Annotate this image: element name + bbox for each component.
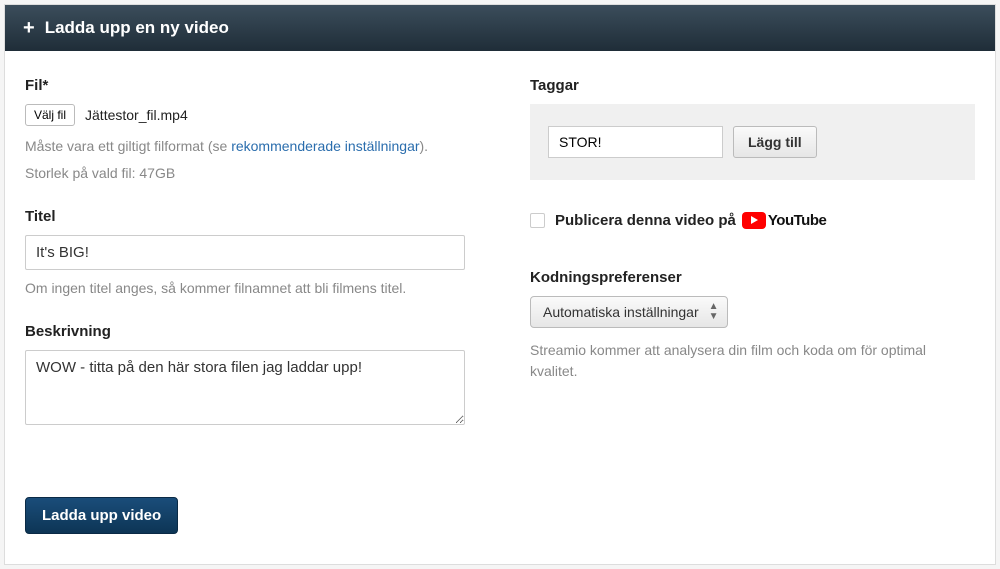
youtube-icon	[742, 212, 766, 229]
tag-input[interactable]	[548, 126, 723, 158]
file-help-text: Måste vara ett giltigt filformat (se rek…	[25, 136, 470, 157]
panel-body: Fil* Välj fil Jättestor_fil.mp4 Måste va…	[5, 51, 995, 480]
upload-video-button[interactable]: Ladda upp video	[25, 497, 178, 534]
recommended-settings-link[interactable]: rekommenderade inställningar	[231, 138, 419, 154]
youtube-logo: YouTube	[742, 212, 826, 229]
selected-filename: Jättestor_fil.mp4	[85, 107, 188, 123]
publish-label: Publicera denna video på YouTube	[555, 212, 826, 229]
panel-header: + Ladda upp en ny video	[5, 5, 995, 51]
tags-box: Lägg till	[530, 104, 975, 180]
encoding-group: Kodningspreferenser Automatiska inställn…	[530, 269, 975, 382]
encoding-selected-value: Automatiska inställningar	[543, 304, 699, 320]
file-help-suffix: ).	[420, 138, 429, 154]
plus-icon: +	[23, 18, 35, 38]
description-textarea[interactable]	[25, 350, 465, 425]
chevron-updown-icon: ▲▼	[709, 302, 719, 322]
add-tag-button[interactable]: Lägg till	[733, 126, 817, 158]
youtube-text: YouTube	[768, 212, 826, 229]
file-size-text: Storlek på vald fil: 47GB	[25, 163, 470, 184]
file-group: Fil* Välj fil Jättestor_fil.mp4 Måste va…	[25, 77, 470, 184]
publish-checkbox[interactable]	[530, 213, 545, 228]
title-input[interactable]	[25, 235, 465, 270]
file-row: Välj fil Jättestor_fil.mp4	[25, 104, 470, 126]
description-label: Beskrivning	[25, 323, 470, 340]
encoding-select[interactable]: Automatiska inställningar ▲▼	[530, 296, 728, 328]
file-label: Fil*	[25, 77, 470, 94]
encoding-help-text: Streamio kommer att analysera din film o…	[530, 340, 975, 382]
file-help-prefix: Måste vara ett giltigt filformat (se	[25, 138, 231, 154]
tags-group: Taggar Lägg till	[530, 77, 975, 180]
left-column: Fil* Välj fil Jättestor_fil.mp4 Måste va…	[25, 77, 470, 454]
encoding-label: Kodningspreferenser	[530, 269, 975, 286]
description-group: Beskrivning	[25, 323, 470, 430]
panel-title: Ladda upp en ny video	[45, 18, 229, 38]
publish-row: Publicera denna video på YouTube	[530, 212, 975, 229]
title-help-text: Om ingen titel anges, så kommer filnamne…	[25, 278, 470, 299]
publish-label-text: Publicera denna video på	[555, 212, 736, 229]
title-group: Titel Om ingen titel anges, så kommer fi…	[25, 208, 470, 299]
tags-label: Taggar	[530, 77, 975, 94]
choose-file-button[interactable]: Välj fil	[25, 104, 75, 126]
title-label: Titel	[25, 208, 470, 225]
right-column: Taggar Lägg till Publicera denna video p…	[530, 77, 975, 454]
upload-video-panel: + Ladda upp en ny video Fil* Välj fil Jä…	[4, 4, 996, 565]
